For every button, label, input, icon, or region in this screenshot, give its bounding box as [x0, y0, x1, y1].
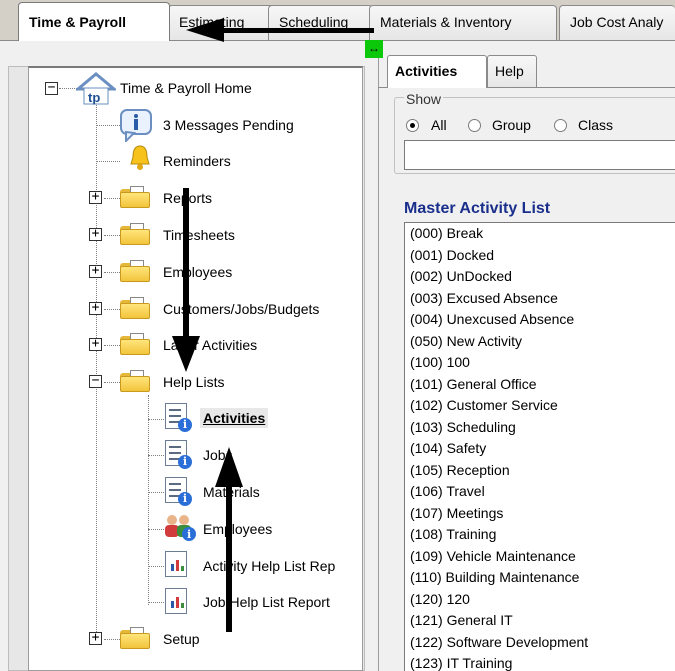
- numbered-list-info-icon: i: [165, 477, 192, 506]
- folder-icon: [120, 260, 150, 282]
- tree-item-reminders[interactable]: Reminders: [163, 153, 231, 169]
- tree-connector: [104, 198, 120, 199]
- tree-expand-toggle[interactable]: +: [89, 264, 102, 278]
- tree-connector: [96, 125, 120, 126]
- tree-item-timesheets[interactable]: Timesheets: [163, 227, 235, 243]
- radio-class-label: Class: [578, 117, 614, 133]
- tab-materials-inventory[interactable]: Materials & Inventory: [369, 5, 557, 40]
- activity-list-item[interactable]: (001) Docked: [405, 245, 675, 267]
- tree-item-activity-help-list-report[interactable]: Activity Help List Rep: [203, 558, 335, 574]
- tab-job-cost-analysis[interactable]: Job Cost Analy: [559, 5, 675, 40]
- master-activity-list[interactable]: (000) Break (001) Docked (002) UnDocked (00…: [404, 222, 675, 671]
- report-chart-icon: [165, 588, 187, 614]
- tab-activities[interactable]: Activities: [387, 55, 487, 88]
- people-info-icon: i: [165, 515, 196, 541]
- activity-list-item[interactable]: (101) General Office: [405, 374, 675, 396]
- tree-expand-toggle[interactable]: +: [89, 301, 102, 315]
- radio-group[interactable]: [468, 119, 481, 132]
- tree-expand-toggle[interactable]: +: [89, 631, 102, 645]
- annotation-arrow-up-head: [215, 447, 243, 487]
- folder-open-icon: [120, 370, 150, 392]
- activity-list-item[interactable]: (120) 120: [405, 589, 675, 611]
- folder-icon: [120, 186, 150, 208]
- tree-connector: [59, 88, 77, 89]
- tree-connector: [104, 382, 120, 383]
- activity-list-item[interactable]: (109) Vehicle Maintenance: [405, 546, 675, 568]
- pane-splitter-handle[interactable]: ↔: [365, 40, 383, 58]
- activity-list-item[interactable]: (123) IT Training: [405, 653, 675, 671]
- folder-icon: [120, 627, 150, 649]
- tree-item-activities[interactable]: Activities: [200, 408, 269, 428]
- tree-connector: [104, 309, 120, 310]
- tree-item-home[interactable]: Time & Payroll Home: [120, 80, 252, 96]
- svg-text:tp: tp: [88, 90, 100, 105]
- activity-list-item[interactable]: (002) UnDocked: [405, 266, 675, 288]
- activity-list-item[interactable]: (121) General IT: [405, 610, 675, 632]
- tab-scheduling[interactable]: Scheduling: [268, 5, 373, 40]
- tree-connector: [104, 235, 120, 236]
- activity-list-item[interactable]: (050) New Activity: [405, 331, 675, 353]
- master-activity-list-title: Master Activity List: [404, 200, 551, 217]
- folder-icon: [120, 297, 150, 319]
- report-chart-icon: [165, 551, 187, 577]
- activity-list-item[interactable]: (000) Break: [405, 223, 675, 245]
- list-info-icon: i: [165, 403, 192, 432]
- tree-connector: [104, 345, 120, 346]
- activity-list-item[interactable]: (103) Scheduling: [405, 417, 675, 439]
- tree-connector: [148, 566, 164, 567]
- tree-connector: [104, 272, 120, 273]
- tree-item-employees-help[interactable]: Employees: [203, 521, 272, 537]
- activity-list-item[interactable]: (106) Travel: [405, 481, 675, 503]
- tree-connector: [148, 395, 149, 605]
- tree-item-employees[interactable]: Employees: [163, 264, 232, 280]
- annotation-arrow-left: [222, 28, 374, 33]
- folder-icon: [120, 223, 150, 245]
- folder-icon: [120, 333, 150, 355]
- activity-list-item[interactable]: (107) Meetings: [405, 503, 675, 525]
- activity-list-item[interactable]: (105) Reception: [405, 460, 675, 482]
- checklist-info-icon: i: [165, 440, 192, 469]
- group-class-filter-input[interactable]: [404, 140, 675, 170]
- activity-list-item[interactable]: (110) Building Maintenance: [405, 567, 675, 589]
- info-icon: [120, 109, 152, 142]
- tree-collapse-toggle[interactable]: −: [45, 81, 58, 95]
- activity-list-item[interactable]: (122) Software Development: [405, 632, 675, 654]
- tab-help[interactable]: Help: [487, 55, 537, 88]
- tab-time-payroll[interactable]: Time & Payroll: [18, 2, 170, 41]
- radio-group-label: Group: [492, 117, 531, 133]
- show-legend: Show: [404, 91, 444, 107]
- tree-connector: [104, 639, 120, 640]
- annotation-arrow-up: [226, 486, 232, 632]
- tree-expand-toggle[interactable]: +: [89, 227, 102, 241]
- tree-collapse-toggle[interactable]: −: [89, 374, 102, 388]
- activity-list-item[interactable]: (004) Unexcused Absence: [405, 309, 675, 331]
- radio-all-label: All: [431, 117, 447, 133]
- activity-list-item[interactable]: (003) Excused Absence: [405, 288, 675, 310]
- annotation-arrow-down: [183, 188, 189, 338]
- tree-item-help-lists[interactable]: Help Lists: [163, 374, 224, 390]
- activity-list-item[interactable]: (108) Training: [405, 524, 675, 546]
- activity-list-item[interactable]: (100) 100: [405, 352, 675, 374]
- activity-list-item[interactable]: (104) Safety: [405, 438, 675, 460]
- tree-item-setup[interactable]: Setup: [163, 631, 200, 647]
- tree-connector: [148, 419, 164, 420]
- tree-connector: [148, 492, 164, 493]
- svg-text:i: i: [187, 528, 191, 541]
- annotation-arrow-down-head: [172, 336, 200, 372]
- tree-item-job-help-list-report[interactable]: Job Help List Report: [203, 594, 330, 610]
- tree-connector: [148, 602, 164, 603]
- tree-item-messages[interactable]: 3 Messages Pending: [163, 117, 294, 133]
- home-icon: tp: [76, 72, 116, 105]
- top-tab-strip: Estimating Scheduling Materials & Invent…: [0, 0, 675, 41]
- tree-connector: [96, 161, 120, 162]
- activity-list-item[interactable]: (102) Customer Service: [405, 395, 675, 417]
- annotation-arrow-left-head: [186, 18, 224, 42]
- bell-icon: [130, 145, 150, 170]
- tree-connector: [148, 455, 164, 456]
- tree-expand-toggle[interactable]: +: [89, 337, 102, 351]
- radio-all[interactable]: [406, 119, 419, 132]
- radio-class[interactable]: [554, 119, 567, 132]
- tree-connector: [96, 95, 97, 640]
- tree-expand-toggle[interactable]: +: [89, 190, 102, 204]
